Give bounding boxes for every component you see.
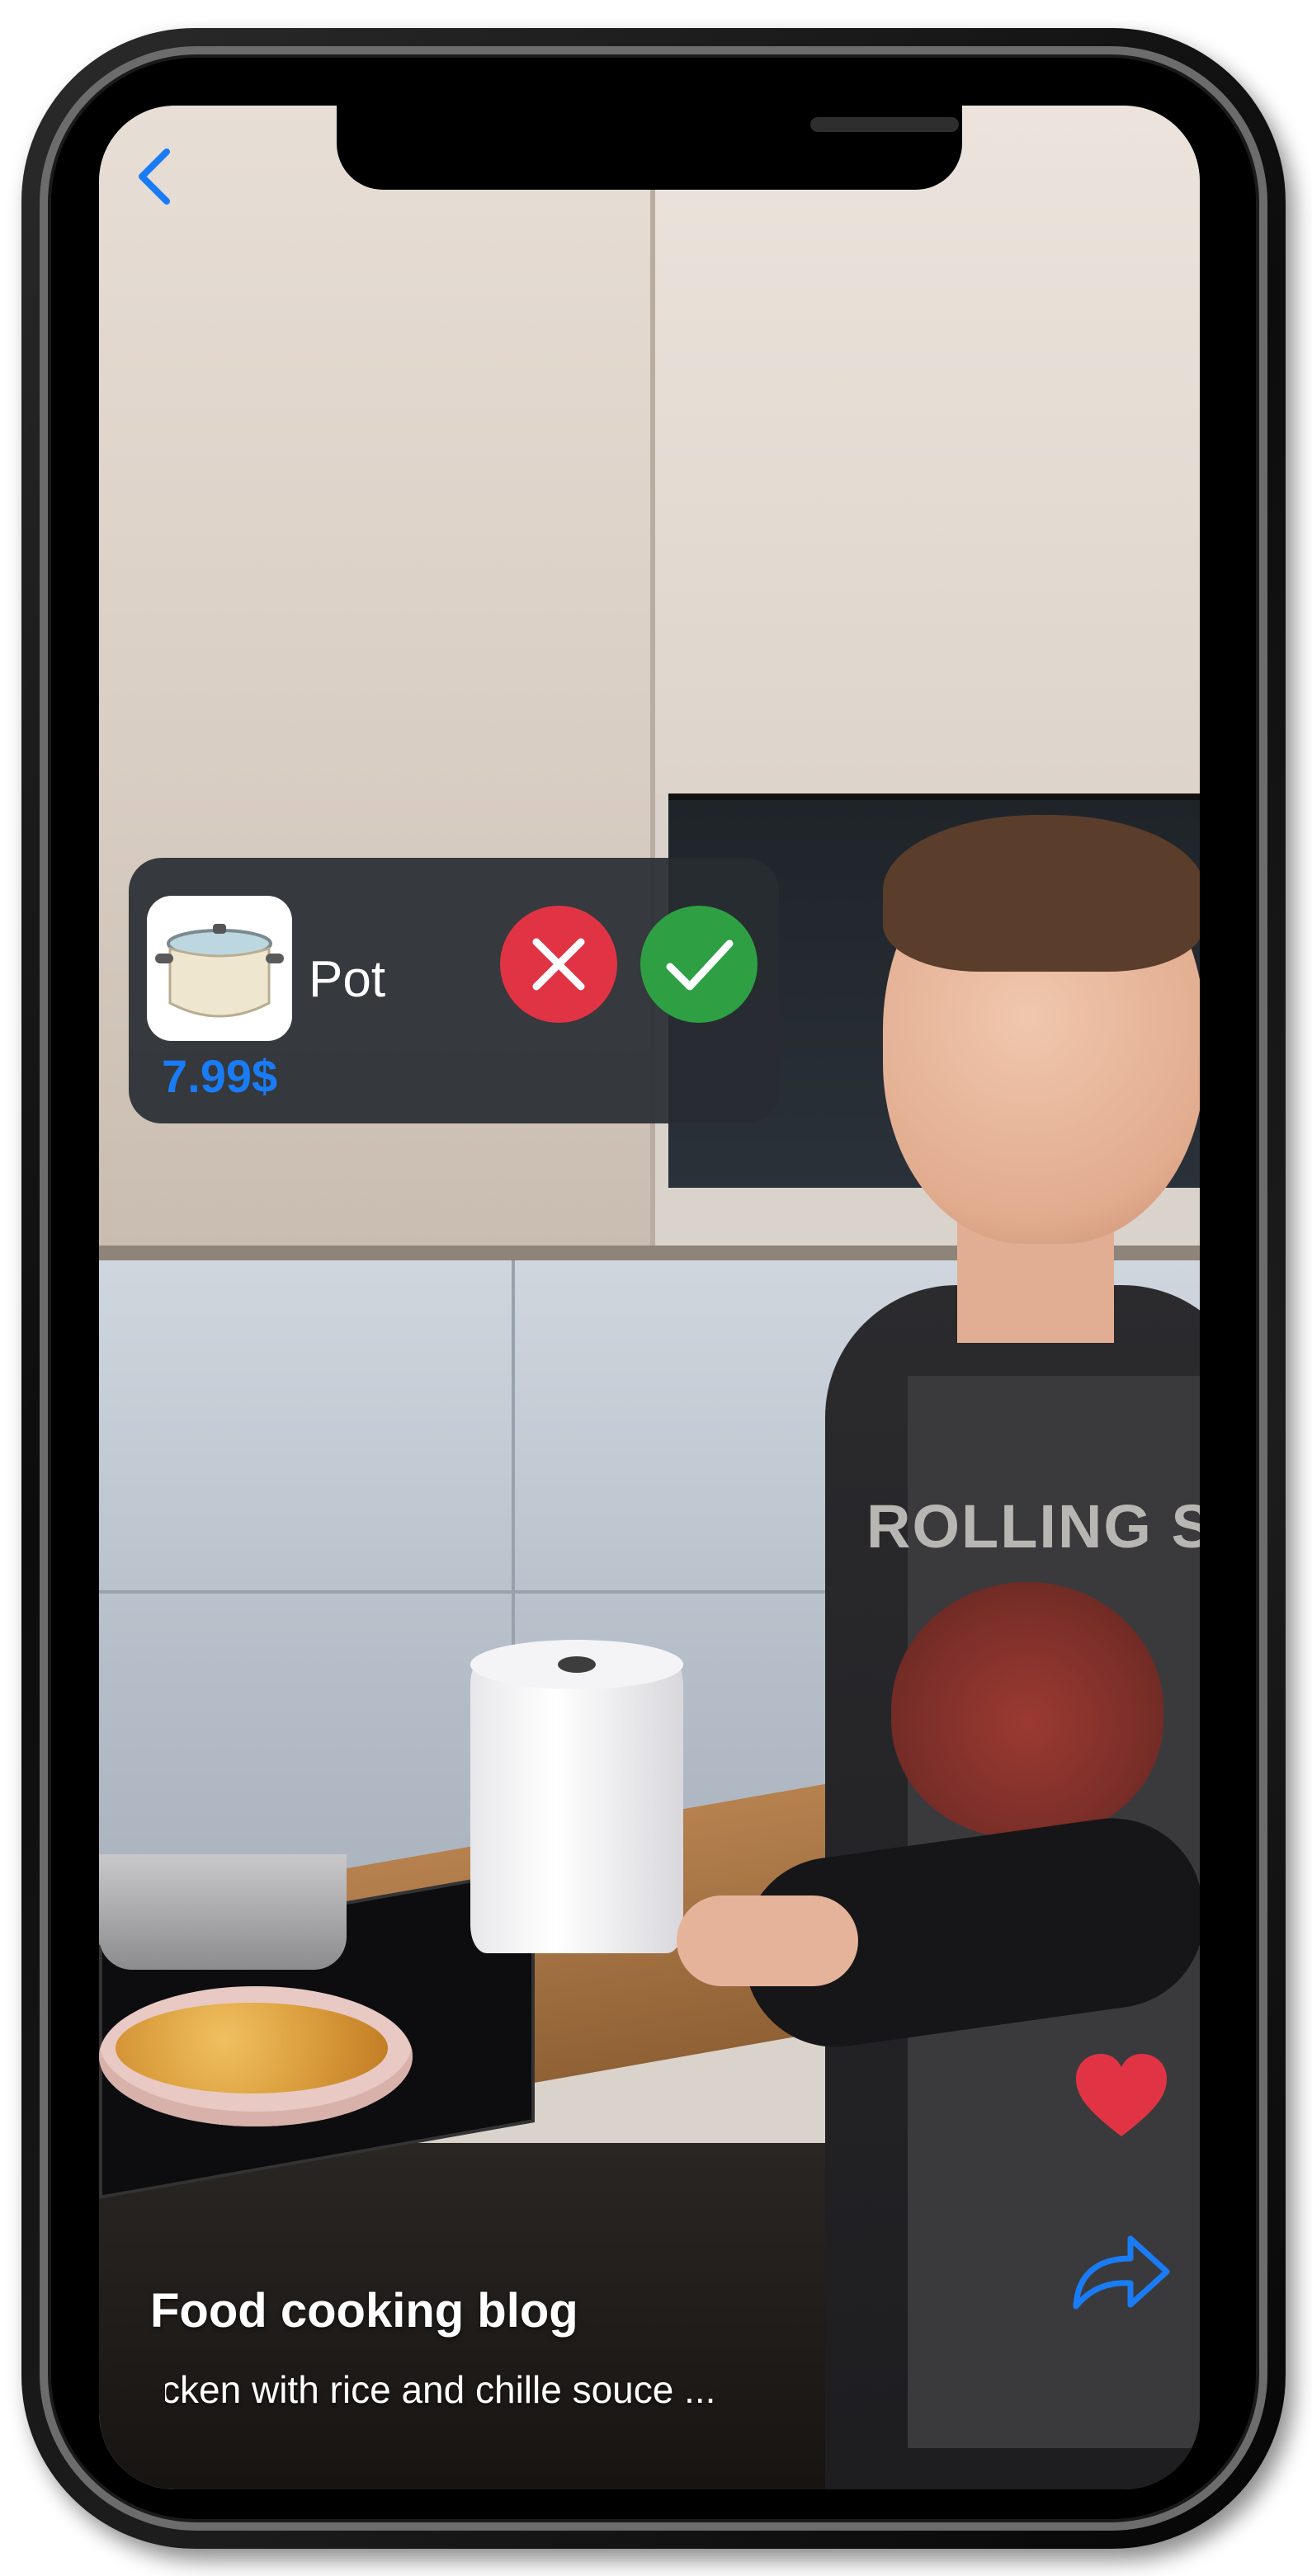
reject-button[interactable] bbox=[500, 906, 617, 1023]
cooking-pot-icon bbox=[155, 924, 284, 1018]
person-hair bbox=[883, 815, 1200, 972]
heart-icon bbox=[1076, 2054, 1167, 2136]
like-button[interactable] bbox=[1073, 2052, 1170, 2141]
fried-food bbox=[116, 2003, 388, 2093]
app-screen: ROLLING STON Pot 7.99$ bbox=[99, 106, 1200, 2489]
shirt-lips-print bbox=[891, 1582, 1163, 1838]
close-icon bbox=[532, 938, 585, 991]
paper-towel-core bbox=[558, 1656, 596, 1673]
shirt-print-text: ROLLING STON bbox=[866, 1492, 1200, 1561]
share-button[interactable] bbox=[1071, 2227, 1172, 2318]
feed-title: Food cooking blog bbox=[150, 2284, 578, 2338]
share-arrow-icon bbox=[1073, 2235, 1170, 2310]
back-button[interactable] bbox=[129, 140, 178, 214]
chevron-left-icon bbox=[139, 148, 170, 205]
accept-button[interactable] bbox=[640, 906, 757, 1023]
feed-caption: Chicken with rice and chille souce ... bbox=[165, 2368, 716, 2411]
paper-towel-roll bbox=[470, 1656, 683, 1953]
person-hand bbox=[677, 1896, 858, 1986]
product-price: 7.99$ bbox=[162, 1050, 278, 1102]
camera-feed: ROLLING STON bbox=[99, 106, 1200, 2489]
product-popup: Pot 7.99$ bbox=[129, 858, 779, 1123]
wall-cabinet-right bbox=[655, 106, 1200, 794]
earpiece-speaker bbox=[810, 117, 959, 132]
caption-ticker: Chicken with rice and chille souce ... bbox=[165, 2367, 767, 2420]
check-icon bbox=[666, 940, 734, 991]
product-thumbnail[interactable] bbox=[147, 896, 292, 1041]
saucepan bbox=[99, 1854, 347, 1970]
device-notch bbox=[337, 106, 962, 190]
product-name: Pot bbox=[309, 951, 386, 1008]
